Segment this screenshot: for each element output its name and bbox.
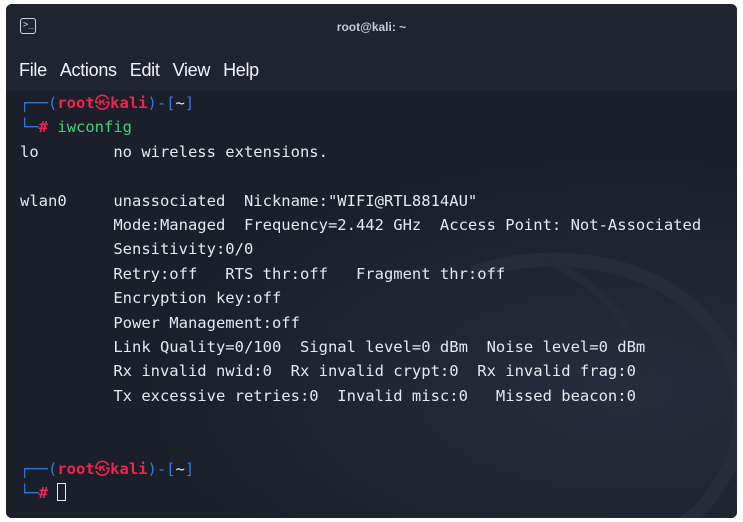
- output-line: Rx invalid nwid:0 Rx invalid crypt:0 Rx …: [20, 362, 636, 381]
- prompt-path: ~: [175, 94, 185, 112]
- prompt-user: root: [57, 459, 95, 478]
- output-line: Link Quality=0/100 Signal level=0 dBm No…: [20, 337, 646, 356]
- output-line: Sensitivity:0/0: [20, 240, 254, 259]
- prompt-host: kali: [110, 459, 148, 478]
- prompt-path: ~: [175, 459, 185, 478]
- command-line: └─# iwconfig: [20, 118, 133, 137]
- menu-bar: File Actions Edit View Help: [6, 56, 737, 84]
- menu-view[interactable]: View: [160, 56, 211, 84]
- menu-actions[interactable]: Actions: [47, 56, 117, 84]
- prompt-host: kali: [110, 94, 148, 112]
- output-line: Encryption key:off: [20, 289, 282, 308]
- window-title: root@kali: ~: [336, 20, 407, 34]
- output-line: lo no wireless extensions.: [20, 142, 328, 161]
- prompt-hash: #: [38, 484, 49, 503]
- terminal-text: ┌──(root㉿kali)-[~] └─# iwconfig lo no wire…: [20, 91, 701, 506]
- menu-file[interactable]: File: [6, 56, 47, 84]
- menu-edit[interactable]: Edit: [117, 56, 160, 84]
- output-line: Tx excessive retries:0 Invalid misc:0 Mi…: [20, 386, 636, 405]
- terminal-output-area[interactable]: ┌──(root㉿kali)-[~] └─# iwconfig lo no wire…: [6, 91, 737, 518]
- input-line[interactable]: └─#: [20, 481, 701, 505]
- title-bar: >_ root@kali: ~: [6, 4, 737, 52]
- prompt-line-1: ┌──(root㉿kali)-[~]: [20, 94, 195, 112]
- prompt-hash: #: [38, 118, 49, 137]
- kali-skull-icon: ㉿: [94, 94, 111, 112]
- output-line: wlan0 unassociated Nickname:"WIFI@RTL881…: [20, 191, 478, 210]
- text-cursor: [57, 483, 67, 502]
- output-line: Power Management:off: [20, 313, 300, 332]
- prompt-user: root: [57, 94, 95, 112]
- output-line: Mode:Managed Frequency=2.442 GHz Access …: [20, 215, 702, 234]
- prompt-line-2: ┌──(root㉿kali)-[~]: [20, 459, 195, 478]
- command-text: iwconfig: [57, 118, 133, 137]
- menu-help[interactable]: Help: [210, 56, 259, 84]
- output-line: Retry:off RTS thr:off Fragment thr:off: [20, 264, 506, 283]
- terminal-window: >_ root@kali: ~ File Actions Edit View H…: [6, 4, 737, 518]
- kali-skull-icon: ㉿: [94, 459, 111, 478]
